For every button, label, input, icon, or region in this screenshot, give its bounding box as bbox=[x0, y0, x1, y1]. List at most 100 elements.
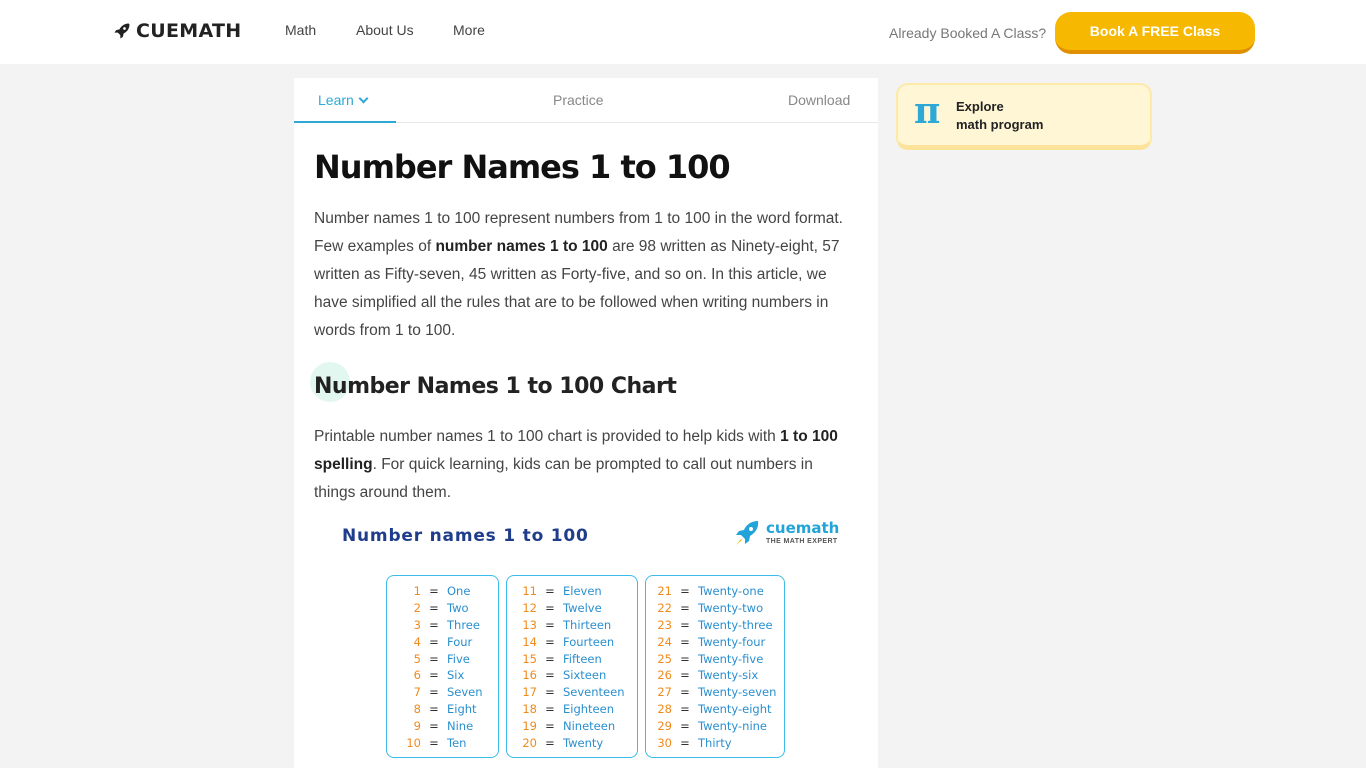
number-row: 8 = Eight bbox=[387, 701, 498, 718]
number-value: 10 bbox=[406, 735, 421, 750]
number-row: 18 = Eighteen bbox=[507, 701, 637, 718]
number-value: 1 bbox=[413, 584, 421, 599]
equals-sign: = bbox=[545, 718, 555, 733]
number-word: Seventeen bbox=[563, 685, 625, 700]
chart-text-b: . For quick learning, kids can be prompt… bbox=[314, 456, 813, 501]
number-value: 7 bbox=[413, 685, 421, 700]
equals-sign: = bbox=[429, 735, 439, 750]
number-row: 2 = Two bbox=[387, 600, 498, 617]
number-word: Twenty bbox=[563, 735, 604, 750]
number-word: Twenty-four bbox=[698, 634, 766, 649]
number-word: Seven bbox=[447, 685, 483, 700]
number-word: Sixteen bbox=[563, 668, 607, 683]
number-row: 1 = One bbox=[387, 583, 498, 600]
number-word: Nine bbox=[447, 718, 474, 733]
number-word: Eighteen bbox=[563, 701, 614, 716]
tab-learn-label: Learn bbox=[318, 92, 354, 108]
intro-paragraph: Number names 1 to 100 represent numbers … bbox=[314, 205, 854, 345]
chart-paragraph: Printable number names 1 to 100 chart is… bbox=[314, 423, 854, 507]
number-value: 23 bbox=[657, 617, 672, 632]
equals-sign: = bbox=[680, 601, 690, 616]
brand-tagline: THE MATH EXPERT bbox=[766, 538, 838, 545]
nav-more[interactable]: More bbox=[453, 22, 485, 38]
chevron-down-icon bbox=[358, 93, 369, 104]
number-value: 3 bbox=[413, 617, 421, 632]
brand-name: cuemath bbox=[766, 519, 840, 537]
number-word: Fifteen bbox=[563, 651, 602, 666]
number-value: 4 bbox=[413, 634, 421, 649]
equals-sign: = bbox=[545, 668, 555, 683]
number-value: 2 bbox=[413, 601, 421, 616]
number-value: 29 bbox=[657, 718, 672, 733]
number-row: 3 = Three bbox=[387, 617, 498, 634]
nav-about-us[interactable]: About Us bbox=[356, 22, 414, 38]
number-row: 21 = Twenty-one bbox=[646, 583, 784, 600]
number-row: 12 = Twelve bbox=[507, 600, 637, 617]
explore-label: Explore bbox=[956, 99, 1004, 114]
number-word: Twenty-five bbox=[698, 651, 764, 666]
book-free-class-button[interactable]: Book A FREE Class bbox=[1055, 12, 1255, 54]
intro-bold: number names 1 to 100 bbox=[435, 238, 608, 255]
number-value: 18 bbox=[522, 701, 537, 716]
cuemath-logo[interactable]: CUEMATH bbox=[112, 20, 241, 42]
number-value: 6 bbox=[413, 668, 421, 683]
nav-math[interactable]: Math bbox=[285, 22, 316, 38]
equals-sign: = bbox=[429, 584, 439, 599]
tab-download[interactable]: Download bbox=[788, 92, 850, 108]
number-word: Twenty-one bbox=[698, 584, 764, 599]
section-title: Number Names 1 to 100 Chart bbox=[314, 374, 677, 399]
equals-sign: = bbox=[545, 584, 555, 599]
number-word: Four bbox=[447, 634, 473, 649]
number-row: 15 = Fifteen bbox=[507, 650, 637, 667]
number-word: Twenty-seven bbox=[698, 685, 777, 700]
site-header: CUEMATH Math About Us More Already Booke… bbox=[0, 0, 1366, 64]
number-row: 24 = Twenty-four bbox=[646, 633, 784, 650]
number-value: 27 bbox=[657, 685, 672, 700]
number-word: Fourteen bbox=[563, 634, 615, 649]
equals-sign: = bbox=[680, 735, 690, 750]
number-row: 14 = Fourteen bbox=[507, 633, 637, 650]
math-program-label: math program bbox=[956, 117, 1044, 132]
number-row: 25 = Twenty-five bbox=[646, 650, 784, 667]
number-word: Two bbox=[447, 601, 469, 616]
number-row: 26 = Twenty-six bbox=[646, 667, 784, 684]
equals-sign: = bbox=[545, 701, 555, 716]
number-word: Five bbox=[447, 651, 470, 666]
equals-sign: = bbox=[429, 668, 439, 683]
number-row: 20 = Twenty bbox=[507, 734, 637, 751]
number-word: Nineteen bbox=[563, 718, 616, 733]
equals-sign: = bbox=[545, 601, 555, 616]
tab-learn[interactable]: Learn bbox=[318, 92, 369, 108]
logo-text: CUEMATH bbox=[136, 20, 242, 42]
number-row: 11 = Eleven bbox=[507, 583, 637, 600]
equals-sign: = bbox=[680, 651, 690, 666]
equals-sign: = bbox=[680, 584, 690, 599]
equals-sign: = bbox=[545, 651, 555, 666]
tab-practice[interactable]: Practice bbox=[553, 92, 604, 108]
rocket-icon bbox=[736, 521, 759, 545]
number-value: 22 bbox=[657, 601, 672, 616]
number-word: Twenty-two bbox=[698, 601, 764, 616]
cuemath-brand-logo: cuemath THE MATH EXPERT bbox=[732, 518, 839, 548]
number-row: 23 = Twenty-three bbox=[646, 617, 784, 634]
number-word: Twenty-eight bbox=[698, 701, 772, 716]
rocket-icon bbox=[114, 23, 130, 39]
number-row: 22 = Twenty-two bbox=[646, 600, 784, 617]
number-value: 28 bbox=[657, 701, 672, 716]
number-column-3: 21 = Twenty-one 22 = Twenty-two 23 = Twenty-thre… bbox=[645, 575, 785, 758]
number-word: Twenty-nine bbox=[698, 718, 767, 733]
equals-sign: = bbox=[545, 634, 555, 649]
equals-sign: = bbox=[429, 617, 439, 632]
number-word: Three bbox=[447, 617, 480, 632]
equals-sign: = bbox=[429, 718, 439, 733]
number-value: 5 bbox=[413, 651, 421, 666]
number-value: 14 bbox=[522, 634, 537, 649]
number-value: 15 bbox=[522, 651, 537, 666]
number-value: 8 bbox=[413, 701, 421, 716]
already-booked-link[interactable]: Already Booked A Class? bbox=[889, 25, 1046, 41]
number-value: 25 bbox=[657, 651, 672, 666]
equals-sign: = bbox=[429, 651, 439, 666]
number-word: Eight bbox=[447, 701, 477, 716]
number-word: Thirteen bbox=[563, 617, 612, 632]
explore-math-program-card[interactable]: π Explore math program bbox=[896, 83, 1152, 150]
